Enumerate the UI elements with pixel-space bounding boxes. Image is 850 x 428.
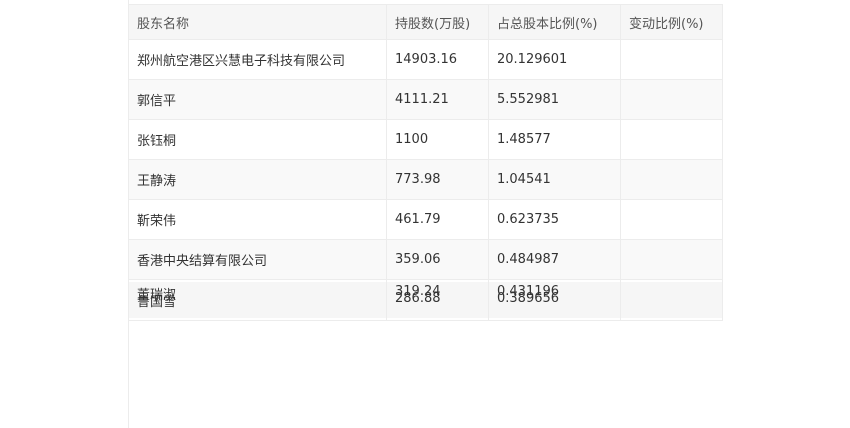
header-share-ratio: 占总股本比例(%) [488, 4, 621, 40]
cell-shareholder-name: 郭信平 [128, 79, 387, 120]
cell-change-ratio [620, 119, 723, 160]
table-header-row: 股东名称 持股数(万股) 占总股本比例(%) 变动比例(%) [128, 4, 723, 40]
cell-change-ratio [620, 79, 723, 120]
table-row: 张钰桐 1100 1.48577 [128, 119, 723, 160]
cell-change-ratio [620, 279, 723, 321]
header-shareholder-name: 股东名称 [128, 4, 387, 40]
cell-share-ratio: 5.552981 [488, 79, 621, 120]
cell-shares-held: 1100 [386, 119, 489, 160]
overlap-text: 0.389656 [497, 291, 560, 306]
cell-shareholder-name: 董瑞淑 鲁国雪 [128, 279, 387, 321]
table-row: 香港中央结算有限公司 359.06 0.484987 [128, 239, 723, 280]
table-row: 郑州航空港区兴慧电子科技有限公司 14903.16 20.129601 [128, 39, 723, 80]
cell-shares-held: 359.06 [386, 239, 489, 280]
cell-shares-held: 461.79 [386, 199, 489, 240]
cell-change-ratio [620, 199, 723, 240]
cell-shares-held: 4111.21 [386, 79, 489, 120]
cell-shareholder-name: 郑州航空港区兴慧电子科技有限公司 [128, 39, 387, 80]
cell-share-ratio: 0.623735 [488, 199, 621, 240]
cell-change-ratio [620, 239, 723, 280]
cell-share-ratio: 20.129601 [488, 39, 621, 80]
table-row: 王静涛 773.98 1.04541 [128, 159, 723, 200]
shareholder-table: 股东名称 持股数(万股) 占总股本比例(%) 变动比例(%) 郑州航空港区兴慧电… [128, 4, 723, 321]
table-row: 靳荣伟 461.79 0.623735 [128, 199, 723, 240]
cell-share-ratio: 0.431196 0.389656 [488, 279, 621, 321]
cell-shareholder-name: 靳荣伟 [128, 199, 387, 240]
cell-shares-held: 14903.16 [386, 39, 489, 80]
overlap-text: 286.88 [395, 291, 441, 306]
header-shares-held: 持股数(万股) [386, 4, 489, 40]
cell-shares-held: 319.24 286.88 [386, 279, 489, 321]
header-change-ratio: 变动比例(%) [620, 4, 723, 40]
cell-shareholder-name: 王静涛 [128, 159, 387, 200]
table-row: 郭信平 4111.21 5.552981 [128, 79, 723, 120]
cell-shareholder-name: 香港中央结算有限公司 [128, 239, 387, 280]
cell-share-ratio: 0.484987 [488, 239, 621, 280]
table-row-overlapping: 董瑞淑 鲁国雪 319.24 286.88 0.431196 0.389656 [128, 279, 723, 321]
cell-share-ratio: 1.48577 [488, 119, 621, 160]
cell-shares-held: 773.98 [386, 159, 489, 200]
cell-shareholder-name: 张钰桐 [128, 119, 387, 160]
cell-change-ratio [620, 39, 723, 80]
cell-change-ratio [620, 159, 723, 200]
overlap-text: 鲁国雪 [137, 295, 177, 310]
cell-share-ratio: 1.04541 [488, 159, 621, 200]
